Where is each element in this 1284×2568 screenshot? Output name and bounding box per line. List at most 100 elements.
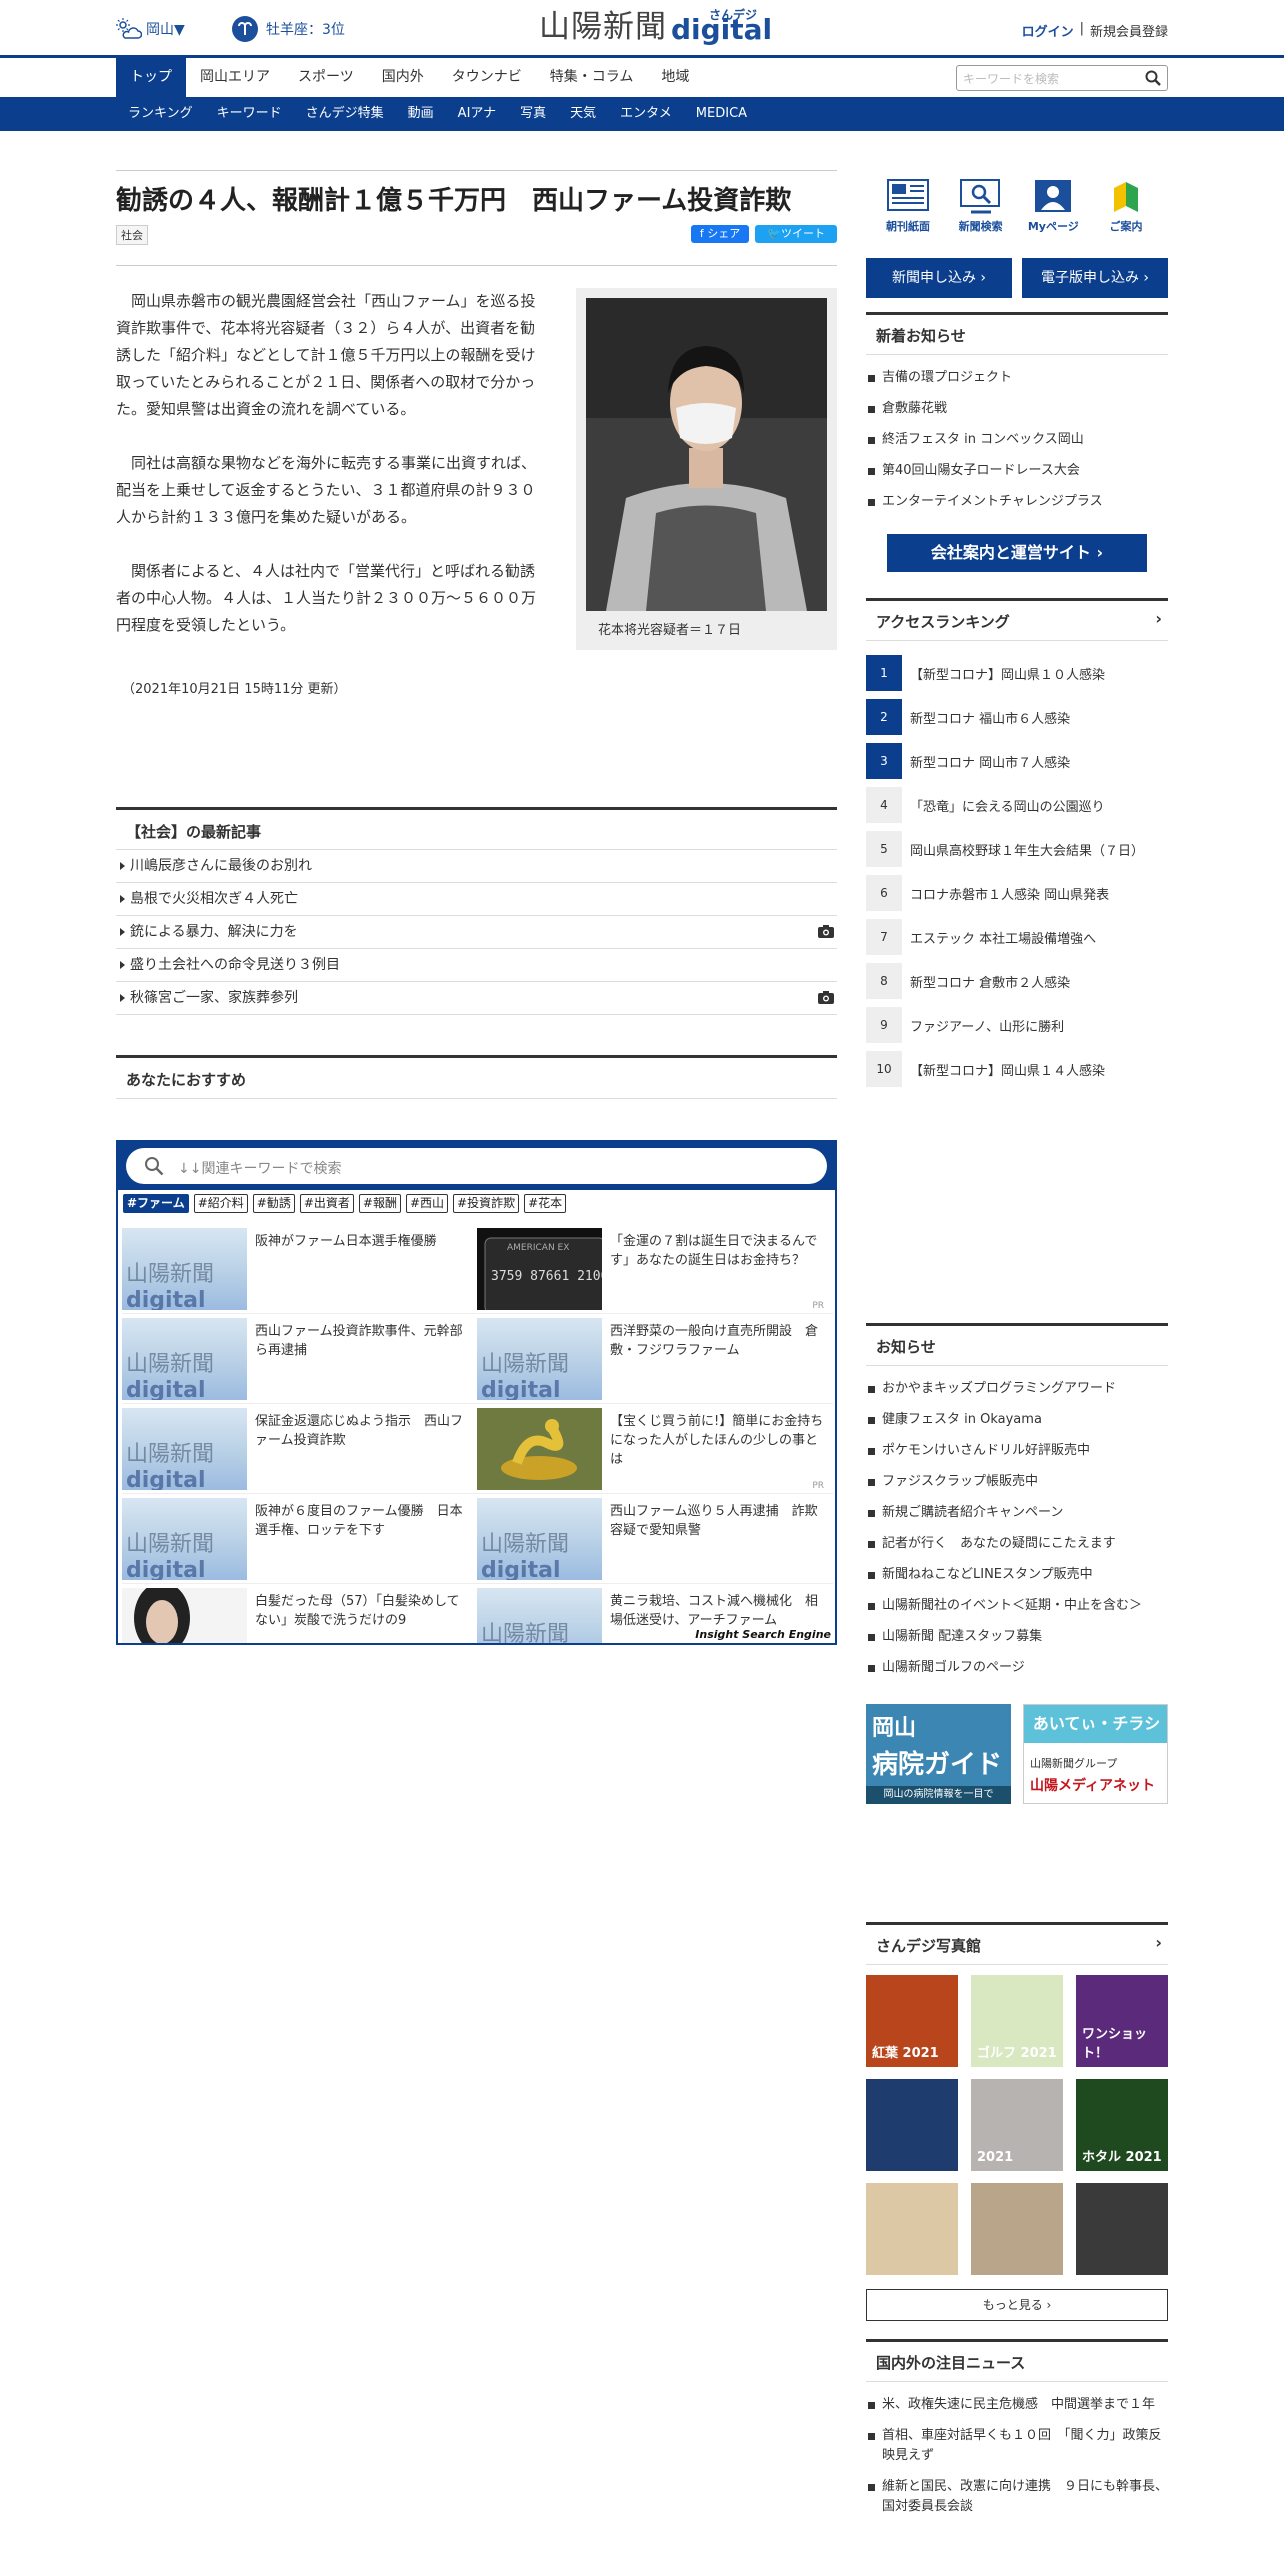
quick-link[interactable]: ご案内 xyxy=(1096,178,1156,234)
photo-tile[interactable] xyxy=(971,2183,1063,2275)
ranking-item[interactable]: 10 【新型コロナ】岡山県１４人感染 xyxy=(866,1047,1168,1091)
news-item[interactable]: 第40回山陽女子ロードレース大会 xyxy=(866,456,1168,487)
ise-footer[interactable]: Insight Search Engine xyxy=(693,1628,833,1641)
twitter-share-button[interactable]: 🐦ツイート xyxy=(755,225,837,243)
photo-tile[interactable] xyxy=(1076,2183,1168,2275)
ise-thumbnail[interactable]: 山陽新聞digital xyxy=(477,1318,602,1400)
ranking-item[interactable]: 6 コロナ赤磐市１人感染 岡山県発表 xyxy=(866,871,1168,915)
search-icon[interactable] xyxy=(1145,70,1161,86)
photo-tile[interactable]: ホタル 2021 xyxy=(1076,2079,1168,2171)
notice-item[interactable]: ポケモンけいさんドリル好評販売中 xyxy=(866,1436,1168,1467)
ise-search-input[interactable]: ↓↓関連キーワードで検索 xyxy=(126,1148,827,1184)
ise-tag[interactable]: #勧誘 xyxy=(252,1193,295,1213)
ise-thumbnail[interactable] xyxy=(477,1408,602,1490)
facebook-share-button[interactable]: f シェア xyxy=(690,225,750,243)
horoscope-widget[interactable]: 牡羊座：3位 xyxy=(232,16,345,42)
ranking-item[interactable]: 2 新型コロナ 福山市６人感染 xyxy=(866,695,1168,739)
news-item[interactable]: エンターテイメントチャレンジプラス xyxy=(866,487,1168,518)
nav-item[interactable]: 地域 xyxy=(647,58,703,97)
ise-tag[interactable]: #ファーム xyxy=(123,1193,189,1213)
ise-result-title[interactable]: 「金運の７割は誕生日で決まるんです」あなたの誕生日はお金持ち？ xyxy=(602,1228,832,1309)
world-news-item[interactable]: 米、政権失速に民主危機感 中間選挙まで１年 xyxy=(866,2390,1168,2421)
ise-result-title[interactable]: 西山ファーム巡り５人再逮捕 詐欺容疑で愛知県警 xyxy=(602,1498,832,1579)
ise-thumbnail[interactable]: 山陽新聞digital xyxy=(122,1408,247,1490)
ranking-item[interactable]: 7 エステック 本社工場設備増強へ xyxy=(866,915,1168,959)
photo-tile[interactable] xyxy=(866,2079,958,2171)
newspaper-subscribe-button[interactable]: 新聞申し込み › xyxy=(866,258,1012,298)
category-tag[interactable]: 社会 xyxy=(116,225,148,245)
ise-result-title[interactable]: 西洋野菜の一般向け直売所開設 倉敷・フジワラファーム xyxy=(602,1318,832,1399)
nav-item[interactable]: スポーツ xyxy=(284,58,368,97)
world-news-item[interactable]: 維新と国民、改憲に向け連携 ９日にも幹事長、国対委員長会談 xyxy=(866,2472,1168,2523)
ise-result[interactable]: 山陽新聞digital 阪神が６度目のファーム優勝 日本選手権、ロッテを下す xyxy=(122,1494,477,1583)
quick-link[interactable]: 新聞検索 xyxy=(951,178,1011,234)
digital-subscribe-button[interactable]: 電子版申し込み › xyxy=(1022,258,1168,298)
world-news-item[interactable]: 首相、車座対話早くも１０回 「聞く力」政策反映見えず xyxy=(866,2421,1168,2472)
search-input[interactable]: キーワードを検索 xyxy=(956,65,1168,91)
subnav-item[interactable]: キーワード xyxy=(205,97,294,131)
news-item[interactable]: 終活フェスタ in コンベックス岡山 xyxy=(866,425,1168,456)
ise-result-title[interactable]: 保証金返還応じぬよう指示 西山ファーム投資詐欺 xyxy=(247,1408,477,1489)
ise-thumbnail[interactable]: 山陽新聞digital xyxy=(122,1498,247,1580)
notice-item[interactable]: 山陽新聞 配達スタッフ募集 xyxy=(866,1622,1168,1653)
suspect-photo[interactable] xyxy=(586,298,827,611)
ise-tag[interactable]: #花本 xyxy=(524,1193,567,1213)
ise-tag[interactable]: #西山 xyxy=(405,1193,449,1213)
site-logo[interactable]: 山陽新聞 さんデジ digital xyxy=(539,6,783,44)
ise-tag[interactable]: #紹介料 xyxy=(193,1193,248,1213)
ise-result-title[interactable]: 西山ファーム投資詐欺事件、元幹部ら再逮捕 xyxy=(247,1318,477,1399)
ise-tag[interactable]: #出資者 xyxy=(299,1193,354,1213)
subnav-item[interactable]: エンタメ xyxy=(608,97,684,131)
ise-thumbnail[interactable]: 山陽新聞digital xyxy=(122,1318,247,1400)
quick-link[interactable]: Myページ xyxy=(1023,178,1083,234)
weather-region[interactable]: 岡山▼ xyxy=(146,19,185,39)
ise-result[interactable]: 山陽新聞digital 阪神がファーム日本選手権優勝 xyxy=(122,1224,477,1313)
photo-tile[interactable] xyxy=(866,2183,958,2275)
nav-item[interactable]: 国内外 xyxy=(368,58,438,97)
subnav-item[interactable]: 動画 xyxy=(396,97,446,131)
ise-result-title[interactable]: 阪神がファーム日本選手権優勝 xyxy=(247,1228,445,1309)
subnav-item[interactable]: MEDICA xyxy=(684,97,759,131)
article-photo[interactable]: 花本将光容疑者＝１７日 xyxy=(576,288,837,650)
notice-item[interactable]: 山陽新聞社のイベント＜延期・中止を含む＞ xyxy=(866,1591,1168,1622)
notice-item[interactable]: 健康フェスタ in Okayama xyxy=(866,1405,1168,1436)
latest-item[interactable]: 盛り土会社への命令見送り３例目 xyxy=(116,949,837,982)
latest-item[interactable]: 銃による暴力、解決に力を xyxy=(116,916,837,949)
subnav-item[interactable]: 天気 xyxy=(558,97,608,131)
company-info-banner[interactable]: 会社案内と運営サイト › xyxy=(887,534,1147,572)
ranking-heading[interactable]: アクセスランキング › xyxy=(866,601,1168,641)
ise-thumbnail[interactable]: 山陽新聞digital xyxy=(477,1588,602,1643)
news-item[interactable]: 倉敷藤花戦 xyxy=(866,394,1168,425)
ise-result[interactable]: 山陽新聞digital 西山ファーム投資詐欺事件、元幹部ら再逮捕 xyxy=(122,1314,477,1403)
nav-item[interactable]: 特集・コラム xyxy=(536,58,648,97)
ise-result-title[interactable]: 白髪だった母（57）「白髪染めしてない」炭酸で洗うだけの9 xyxy=(247,1588,477,1643)
photo-tile[interactable]: 2021 xyxy=(971,2079,1063,2171)
ise-result-title[interactable]: 阪神が６度目のファーム優勝 日本選手権、ロッテを下す xyxy=(247,1498,477,1579)
ise-result[interactable]: 【宝くじ買う前に!】簡単にお金持ちになった人がしたほんの少しの事とは PR xyxy=(477,1404,832,1493)
ise-tag[interactable]: #投資詐欺 xyxy=(453,1193,520,1213)
notice-item[interactable]: 新聞ねねこなどLINEスタンプ販売中 xyxy=(866,1560,1168,1591)
latest-item[interactable]: 川嶋辰彦さんに最後のお別れ xyxy=(116,850,837,883)
notice-item[interactable]: 新規ご購読者紹介キャンペーン xyxy=(866,1498,1168,1529)
photo-tile[interactable]: ワンショット！ xyxy=(1076,1975,1168,2067)
notice-item[interactable]: 記者が行く あなたの疑問にこたえます xyxy=(866,1529,1168,1560)
photo-tile[interactable]: 紅葉 2021 xyxy=(866,1975,958,2067)
login-link[interactable]: ログイン xyxy=(1022,21,1074,40)
chirashi-ad[interactable]: あいてぃ・チラシ 山陽新聞グループ 山陽メディアネット xyxy=(1023,1704,1168,1804)
ise-thumbnail[interactable] xyxy=(122,1588,247,1643)
subnav-item[interactable]: AIアナ xyxy=(446,97,508,131)
ranking-item[interactable]: 1 【新型コロナ】岡山県１０人感染 xyxy=(866,651,1168,695)
ranking-item[interactable]: 8 新型コロナ 倉敷市２人感染 xyxy=(866,959,1168,1003)
notice-item[interactable]: ファジスクラップ帳販売中 xyxy=(866,1467,1168,1498)
ise-tag[interactable]: #報酬 xyxy=(358,1193,401,1213)
ranking-item[interactable]: 4 「恐竜」に会える岡山の公園巡り xyxy=(866,783,1168,827)
nav-item[interactable]: タウンナビ xyxy=(438,58,536,97)
subnav-item[interactable]: ランキング xyxy=(116,97,205,131)
ise-result[interactable]: 白髪だった母（57）「白髪染めしてない」炭酸で洗うだけの9 xyxy=(122,1584,477,1643)
ranking-item[interactable]: 3 新型コロナ 岡山市７人感染 xyxy=(866,739,1168,783)
nav-item[interactable]: トップ xyxy=(116,58,186,97)
weather-widget[interactable]: 岡山▼ xyxy=(116,18,185,40)
ranking-item[interactable]: 9 ファジアーノ、山形に勝利 xyxy=(866,1003,1168,1047)
quick-link[interactable]: 朝刊紙面 xyxy=(878,178,938,234)
ise-thumbnail[interactable]: 山陽新聞digital xyxy=(477,1498,602,1580)
